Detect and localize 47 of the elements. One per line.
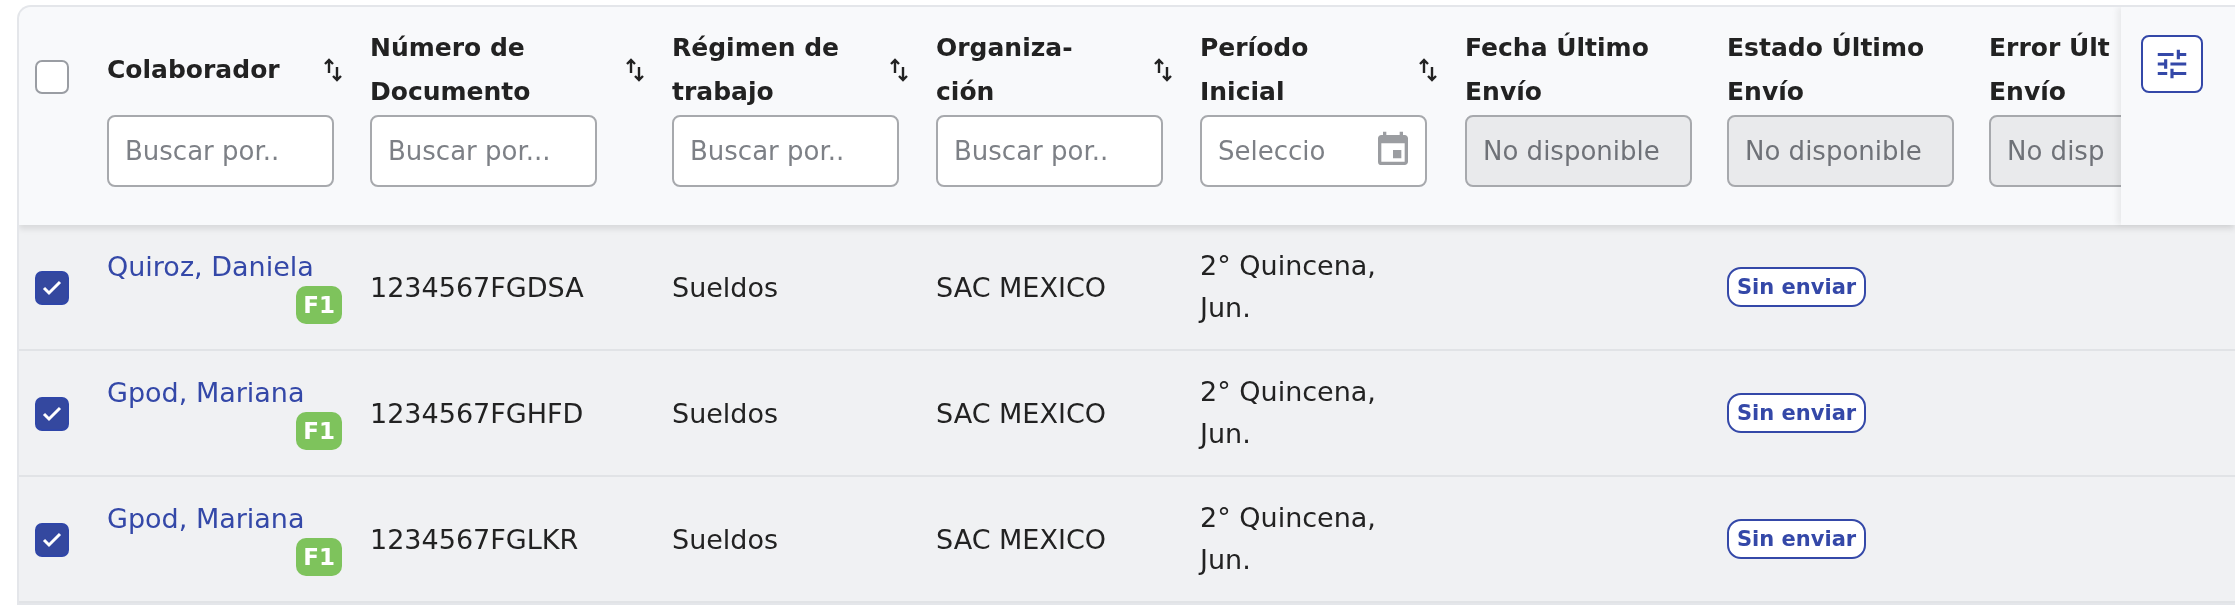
search-field[interactable]: Buscar por.. [672, 115, 899, 187]
date-field[interactable]: Seleccio [1200, 115, 1427, 187]
search-field[interactable]: Buscar por... [370, 115, 597, 187]
column-header: Período Inicial [1200, 32, 1310, 108]
column-settings-button[interactable] [2141, 35, 2203, 93]
table-cell-text: 2° Quincena, Jun. [1200, 249, 1376, 325]
table-cell-text: 2° Quincena, Jun. [1200, 375, 1376, 451]
sort-icon[interactable] [324, 58, 342, 82]
employee-link[interactable]: Gpod, Mariana [107, 502, 305, 534]
table-cell: SAC MEXICO [936, 271, 1106, 303]
employee-link[interactable]: Gpod, Mariana [107, 376, 305, 408]
column-header: Fecha Último Envío [1465, 31, 1650, 108]
tag: F1 [296, 537, 342, 576]
status-pill: Sin enviar [1727, 519, 1867, 559]
table-cell: 1234567FGLKR [370, 523, 579, 555]
row-checkbox[interactable] [35, 523, 69, 557]
row-checkbox[interactable] [35, 397, 69, 431]
search-field[interactable]: Buscar por.. [936, 115, 1163, 187]
check-icon [42, 532, 62, 548]
table-cell: SAC MEXICO [936, 397, 1106, 429]
table-cell: SAC MEXICO [936, 523, 1106, 555]
column-header: Colaborador [107, 54, 281, 86]
sort-icon[interactable] [1154, 58, 1172, 82]
table-cell: Sueldos [672, 523, 779, 555]
column-header: Régimen de trabajo [672, 32, 841, 108]
table-cell: 1234567FGDSA [370, 271, 584, 303]
search-field[interactable]: Buscar por.. [107, 115, 334, 187]
column-header: Organiza- ción [936, 32, 1074, 108]
status-pill: Sin enviar [1727, 267, 1867, 307]
column-header: Estado Último Envío [1727, 31, 1926, 108]
status-pill: Sin enviar [1727, 393, 1867, 433]
column-header: Error Últ Envío [1989, 31, 2111, 108]
row-checkbox[interactable] [35, 271, 69, 305]
table-cell: Sueldos [672, 397, 779, 429]
sort-icon[interactable] [890, 58, 908, 82]
sort-icon[interactable] [1419, 58, 1437, 82]
check-icon [42, 280, 62, 296]
table-cell: Sueldos [672, 271, 779, 303]
sort-icon[interactable] [626, 58, 644, 82]
employee-link[interactable]: Quiroz, Daniela [107, 250, 314, 282]
check-icon [42, 406, 62, 422]
select-all-checkbox[interactable] [35, 60, 69, 94]
table-cell-text: 2° Quincena, Jun. [1200, 501, 1376, 577]
column-header: Número de Documento [370, 32, 532, 108]
tag: F1 [296, 411, 342, 450]
tag: F1 [296, 285, 342, 324]
table-cell: 1234567FGHFD [370, 397, 584, 429]
